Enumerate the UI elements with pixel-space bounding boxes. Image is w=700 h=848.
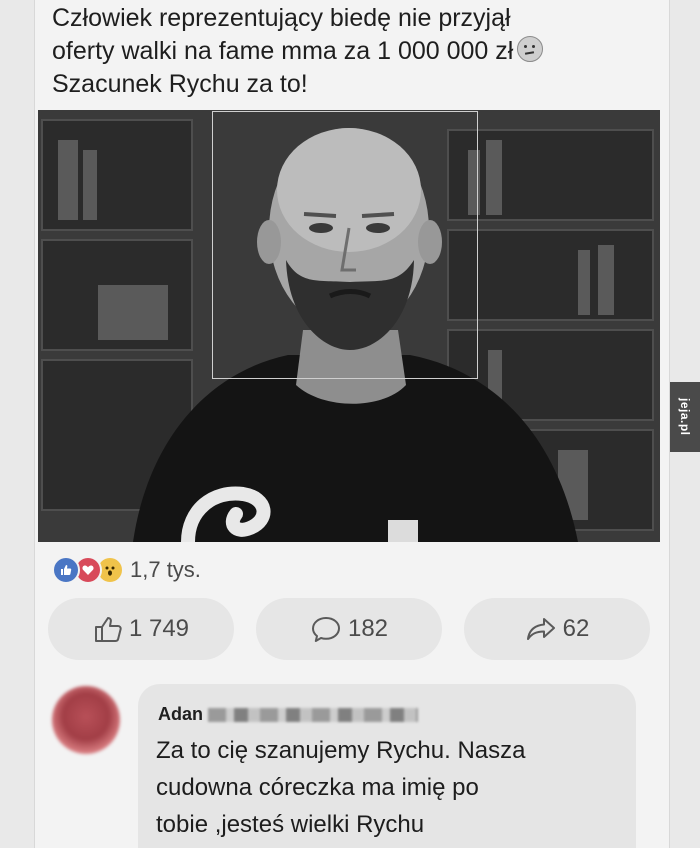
comment-author[interactable]: Adan (158, 704, 203, 725)
like-reaction-icon (52, 556, 80, 584)
reactions-summary[interactable]: 1,7 tys. (52, 554, 201, 586)
post-text-line-2-text: oferty walki na fame mma za 1 000 000 zł (52, 37, 514, 65)
comment-icon (311, 617, 340, 642)
share-icon (526, 618, 555, 640)
avatar[interactable] (52, 686, 120, 754)
comment-line-3: tobie ,jesteś wielki Rychu (156, 811, 425, 838)
like-count: 1 749 (128, 615, 190, 642)
post-text-line-1: Człowiek reprezentujący biedę nie przyją… (52, 4, 511, 32)
comment-line-1: Za to cię szanujemy Rychu. Nasza (156, 737, 526, 764)
like-button[interactable]: 1 749 (48, 598, 234, 660)
comment-bubble: Adan Za to cię szanujemy Rychu. Nasza cu… (138, 684, 636, 848)
thumbs-up-icon (94, 617, 122, 642)
post-text: Człowiek reprezentujący biedę nie przyją… (52, 2, 652, 101)
action-bar: 1 749 182 62 (48, 598, 650, 660)
share-count: 62 (562, 615, 590, 642)
post-text-line-3: Szacunek Rychu za to! (52, 70, 308, 98)
comment-line-2: cudowna córeczka ma imię po (156, 774, 479, 801)
author-name-blur (208, 708, 418, 722)
post-photo[interactable] (38, 110, 660, 542)
reaction-count: 1,7 tys. (130, 557, 201, 582)
post-text-line-2: oferty walki na fame mma za 1 000 000 zł (52, 35, 652, 68)
watermark: jeja.pl (670, 382, 700, 452)
share-button[interactable]: 62 (464, 598, 650, 660)
thinking-face-icon (517, 36, 544, 62)
comment-button[interactable]: 182 (256, 598, 442, 660)
face-detection-box (212, 111, 478, 379)
comment-count: 182 (347, 615, 389, 642)
comment-text: Za to cię szanujemy Rychu. Nasza cudowna… (156, 732, 626, 843)
